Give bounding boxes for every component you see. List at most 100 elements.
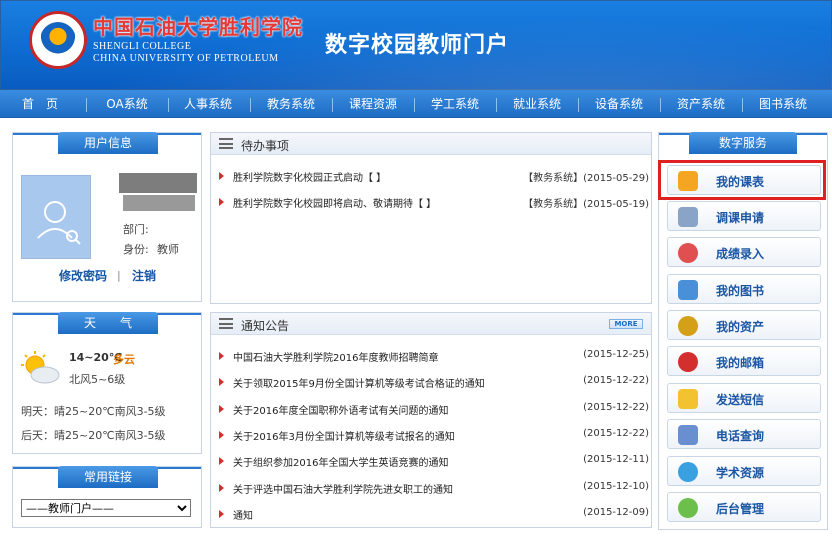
school-name-en-line1: SHENGLI COLLEGE (93, 41, 192, 52)
todo-title: 待办事项 (241, 139, 290, 153)
list-icon (219, 138, 233, 149)
service-label: 我的邮箱 (716, 356, 765, 370)
nav-divider (86, 98, 87, 112)
avatar-silhouette-icon (37, 201, 81, 245)
nav-item-academic[interactable]: 教务系统 (254, 90, 328, 118)
notice-item-date: (2015-12-10) (583, 481, 649, 492)
todo-item[interactable]: 胜利学院数字化校园即将启动、敬请期待【 】 【教务系统】(2015-05-19) (219, 195, 649, 211)
user-avatar-icon (21, 175, 91, 259)
bullet-arrow-icon (219, 510, 224, 518)
user-info-panel: 用户信息 部门: 身份: 教师 修改密码 | 注销 (12, 132, 202, 302)
identity-label: 身份: (123, 243, 149, 256)
school-emblem-icon[interactable] (29, 11, 87, 69)
notice-item[interactable]: 关于2016年3月份全国计算机等级考试报名的通知 (2015-12-22) (219, 428, 649, 444)
common-links-title: 常用链接 (58, 466, 158, 488)
notice-item-text[interactable]: 通知 (233, 507, 253, 522)
school-name-en-line2: CHINA UNIVERSITY OF PETROLEUM (93, 53, 279, 64)
notice-item[interactable]: 关于2016年度全国职称外语考试有关问题的通知 (2015-12-22) (219, 402, 649, 418)
bullet-arrow-icon (219, 457, 224, 465)
bullet-arrow-icon (219, 198, 224, 206)
admin-panel-button[interactable]: 后台管理 (667, 492, 821, 522)
notice-item-date: (2015-12-22) (583, 375, 649, 386)
todo-item[interactable]: 胜利学院数字化校园正式启动【 】 【教务系统】(2015-05-29) (219, 169, 649, 185)
bullet-arrow-icon (219, 172, 224, 180)
more-button[interactable]: MORE (609, 319, 643, 329)
nav-item-oa[interactable]: OA系统 (92, 90, 162, 118)
main-nav: 首 页 OA系统 人事系统 教务系统 课程资源 学工系统 就业系统 设备系统 资… (0, 90, 832, 118)
envelope-icon (678, 389, 698, 409)
common-links-select[interactable]: ——教师门户—— (21, 499, 191, 517)
nav-item-student-affairs[interactable]: 学工系统 (418, 90, 492, 118)
nav-item-home[interactable]: 首 页 (10, 90, 70, 118)
notice-item[interactable]: 中国石油大学胜利学院2016年度教师招聘简章 (2015-12-25) (219, 349, 649, 365)
dept-label: 部门: (123, 223, 149, 236)
weather-graphic-icon (21, 351, 60, 384)
notice-item-text[interactable]: 关于领取2015年9月份全国计算机等级考试合格证的通知 (233, 375, 485, 390)
selection-highlight (658, 160, 826, 200)
notice-item-text[interactable]: 关于组织参加2016年全国大学生英语竞赛的通知 (233, 454, 448, 469)
grade-entry-button[interactable]: 成绩录入 (667, 237, 821, 267)
todo-item-meta: 【教务系统】(2015-05-19) (523, 199, 649, 210)
nav-item-library[interactable]: 图书系统 (746, 90, 820, 118)
notice-item-text[interactable]: 关于2016年度全国职称外语考试有关问题的通知 (233, 402, 448, 417)
person-icon (678, 243, 698, 263)
list-icon (219, 318, 233, 329)
nav-item-employment[interactable]: 就业系统 (500, 90, 574, 118)
user-info-title: 用户信息 (58, 132, 158, 154)
todo-item-text[interactable]: 胜利学院数字化校园正式启动【 】 (233, 169, 386, 184)
nav-divider (742, 98, 743, 112)
link-separator: | (117, 269, 121, 282)
reschedule-request-button[interactable]: 调课申请 (667, 201, 821, 231)
service-label: 学术资源 (716, 466, 765, 480)
notice-item[interactable]: 关于领取2015年9月份全国计算机等级考试合格证的通知 (2015-12-22) (219, 375, 649, 391)
nav-item-assets[interactable]: 资产系统 (664, 90, 738, 118)
notice-item-text[interactable]: 中国石油大学胜利学院2016年度教师招聘简章 (233, 349, 438, 364)
notice-item-date: (2015-12-11) (583, 454, 649, 465)
nav-item-hr[interactable]: 人事系统 (172, 90, 244, 118)
send-sms-button[interactable]: 发送短信 (667, 383, 821, 413)
notice-item-date: (2015-12-09) (583, 507, 649, 518)
partly-cloudy-icon (21, 351, 61, 385)
service-label: 我的图书 (716, 284, 765, 298)
notice-item-date: (2015-12-22) (583, 402, 649, 413)
portal-header: 中国石油大学胜利学院 SHENGLI COLLEGE CHINA UNIVERS… (0, 0, 832, 91)
weather-after-tomorrow: 后天：晴25~20℃南风3-5级 (21, 429, 166, 442)
nav-divider (496, 98, 497, 112)
todo-item-meta: 【教务系统】(2015-05-29) (523, 173, 649, 184)
logout-link[interactable]: 注销 (132, 267, 156, 284)
emblem-center (40, 22, 76, 58)
books-icon (678, 280, 698, 300)
nav-divider (578, 98, 579, 112)
phone-icon (678, 425, 698, 445)
my-books-button[interactable]: 我的图书 (667, 274, 821, 304)
notice-item[interactable]: 关于评选中国石油大学胜利学院先进女职工的通知 (2015-12-10) (219, 481, 649, 497)
bullet-arrow-icon (219, 352, 224, 360)
notice-item-text[interactable]: 关于2016年3月份全国计算机等级考试报名的通知 (233, 428, 455, 443)
my-mailbox-button[interactable]: 我的邮箱 (667, 346, 821, 376)
bullet-arrow-icon (219, 405, 224, 413)
globe-icon (678, 462, 698, 482)
nav-divider (168, 98, 169, 112)
change-password-link[interactable]: 修改密码 (59, 267, 107, 284)
todo-header: 待办事项 (211, 133, 651, 155)
redacted-user-name (119, 173, 197, 193)
bullet-arrow-icon (219, 431, 224, 439)
notice-item-date: (2015-12-25) (583, 349, 649, 360)
notice-header: 通知公告 MORE (211, 313, 651, 335)
weather-tomorrow: 明天：晴25~20℃南风3-5级 (21, 405, 166, 418)
common-links-panel: 常用链接 ——教师门户—— (12, 466, 202, 528)
notice-item-text[interactable]: 关于评选中国石油大学胜利学院先进女职工的通知 (233, 481, 453, 496)
notice-item-date: (2015-12-22) (583, 428, 649, 439)
identity-value: 教师 (157, 243, 179, 256)
pen-paper-icon (678, 207, 698, 227)
notice-item[interactable]: 关于组织参加2016年全国大学生英语竞赛的通知 (2015-12-11) (219, 454, 649, 470)
bullet-arrow-icon (219, 484, 224, 492)
academic-resources-button[interactable]: 学术资源 (667, 456, 821, 486)
service-label: 后台管理 (716, 502, 765, 516)
nav-item-equipment[interactable]: 设备系统 (582, 90, 656, 118)
phone-query-button[interactable]: 电话查询 (667, 419, 821, 449)
my-assets-button[interactable]: 我的资产 (667, 310, 821, 340)
todo-item-text[interactable]: 胜利学院数字化校园即将启动、敬请期待【 】 (233, 195, 436, 210)
nav-item-courses[interactable]: 课程资源 (336, 90, 410, 118)
notice-item[interactable]: 通知 (2015-12-09) (219, 507, 649, 523)
